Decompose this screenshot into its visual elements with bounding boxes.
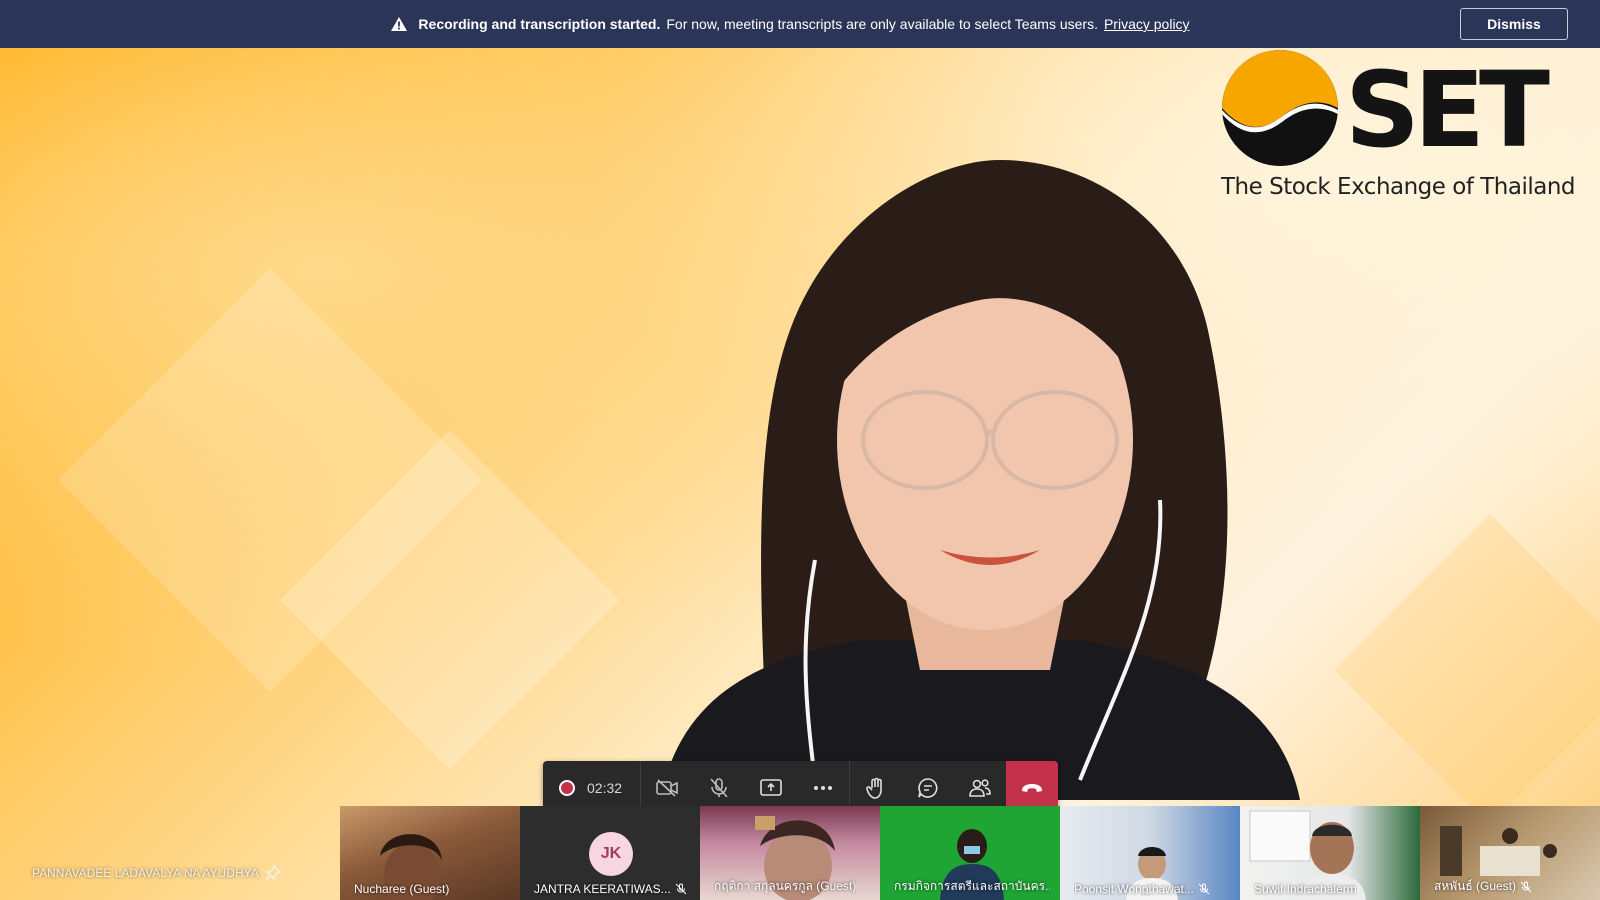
banner-title: Recording and transcription started. [418, 16, 661, 32]
mic-muted-icon [675, 883, 687, 895]
participant-tile[interactable]: Suwit Indrachalerm [1240, 806, 1420, 900]
participant-tile[interactable]: Poonsit Wongthawat... [1060, 806, 1240, 900]
participant-name: Poonsit Wongthawat... [1074, 882, 1210, 896]
warning-icon [391, 17, 408, 31]
speaker-video [660, 160, 1300, 800]
participant-name: กฤติกา สกุลนครกูล (Guest) [714, 879, 857, 893]
participant-name: กรมกิจการสตรีและสถาบันคร... [894, 879, 1050, 893]
share-screen-icon [760, 778, 782, 796]
mic-muted-icon [710, 777, 728, 798]
set-logo-tagline: The Stock Exchange of Thailand [1221, 174, 1576, 200]
chat-icon [918, 777, 938, 798]
set-logo: SET The Stock Exchange of Thailand [1215, 48, 1576, 208]
participant-gallery: Nucharee (Guest) JK JANTRA KEERATIWAS...… [340, 806, 1600, 900]
participant-name: Suwit Indrachalerm [1254, 882, 1357, 896]
recording-banner: Recording and transcription started. For… [0, 0, 1600, 48]
participant-tile[interactable]: กฤติกา สกุลนครกูล (Guest) [700, 806, 880, 900]
participant-name: JANTRA KEERATIWAS... [534, 882, 687, 896]
mic-muted-icon [1198, 883, 1210, 895]
raise-hand-icon [866, 777, 882, 799]
hang-up-icon [1022, 783, 1042, 792]
set-logo-word: SET [1345, 49, 1550, 171]
participant-tile[interactable]: Nucharee (Guest) [340, 806, 520, 900]
avatar: JK [589, 832, 633, 876]
dismiss-button[interactable]: Dismiss [1460, 8, 1568, 40]
participant-tile[interactable]: JK JANTRA KEERATIWAS... [520, 806, 700, 900]
mic-muted-icon [1520, 881, 1532, 892]
pin-icon[interactable] [265, 865, 281, 881]
participant-tile[interactable]: กรมกิจการสตรีและสถาบันคร... [880, 806, 1060, 900]
participant-tile[interactable]: สหพันธ์ (Guest) [1420, 806, 1600, 900]
banner-message: Recording and transcription started. For… [390, 16, 1190, 32]
more-options-icon [814, 785, 832, 790]
pinned-participant-label: PANNAVADEE LADAVALYA NA AYUDHYA [32, 865, 281, 881]
recording-time: 02:32 [587, 779, 623, 796]
participant-name: สหพันธ์ (Guest) [1434, 877, 1532, 896]
privacy-policy-link[interactable]: Privacy policy [1104, 16, 1190, 32]
set-logo-mark [1222, 50, 1338, 166]
pinned-participant-name: PANNAVADEE LADAVALYA NA AYUDHYA [32, 866, 259, 880]
background-shape [1334, 514, 1600, 826]
recording-indicator-icon [559, 779, 575, 796]
banner-text: For now, meeting transcripts are only av… [666, 16, 1098, 32]
participants-icon [969, 778, 991, 797]
camera-off-icon [656, 778, 678, 797]
participant-name: Nucharee (Guest) [354, 882, 450, 896]
